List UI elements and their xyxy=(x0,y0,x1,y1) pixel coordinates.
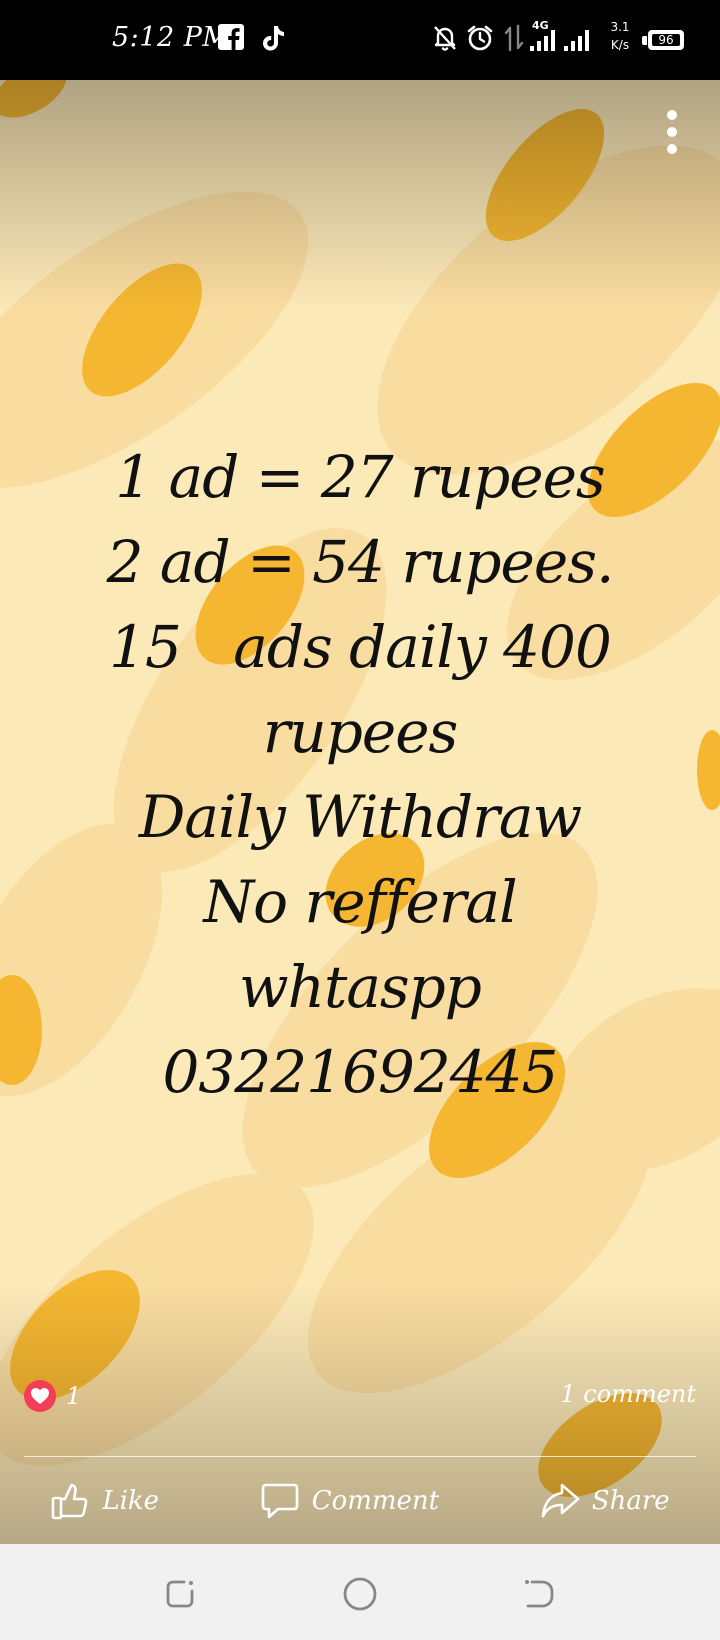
status-time: 5:12 PM xyxy=(112,22,231,53)
home-icon[interactable] xyxy=(342,1576,378,1612)
story-line: rupees xyxy=(262,698,459,766)
net-speed-unit: K/s xyxy=(610,38,630,52)
top-shade xyxy=(0,80,720,310)
comment-label: Comment xyxy=(311,1486,440,1516)
alarm-icon xyxy=(466,24,494,56)
story-line: whtaspp xyxy=(239,953,482,1021)
story-line: 1 ad = 27 rupees xyxy=(115,443,605,511)
battery-icon: 96 xyxy=(648,30,684,50)
more-dot-icon xyxy=(667,144,677,154)
battery-nub xyxy=(642,36,647,45)
like-label: Like xyxy=(102,1486,160,1516)
comment-count-link[interactable]: 1 comment xyxy=(560,1380,696,1408)
story-line: No refferal xyxy=(203,868,517,936)
net-speed: 3.1 K/s xyxy=(603,18,637,54)
facebook-icon xyxy=(218,24,244,54)
signal-icon: 4G xyxy=(528,18,600,58)
share-button[interactable]: Share xyxy=(540,1481,670,1521)
love-reaction-icon xyxy=(24,1380,56,1412)
story-text: 1 ad = 27 rupees 2 ad = 54 rupees. 15 ad… xyxy=(30,435,690,1115)
story-line: 03221692445 xyxy=(162,1038,559,1106)
reactions-summary[interactable]: 1 xyxy=(24,1376,81,1416)
share-arrow-icon xyxy=(541,1483,580,1518)
system-nav-bar xyxy=(0,1544,720,1640)
comment-button[interactable]: Comment xyxy=(260,1481,439,1521)
status-bar: 5:12 PM 4G 3.1 K/s 96 xyxy=(0,0,720,80)
back-icon[interactable] xyxy=(522,1576,558,1612)
more-dot-icon xyxy=(667,127,677,137)
tiktok-icon xyxy=(260,24,286,56)
story-line: Daily Withdraw xyxy=(138,783,582,851)
more-dot-icon xyxy=(667,110,677,120)
data-transfer-icon xyxy=(503,24,525,56)
like-button[interactable]: Like xyxy=(50,1481,159,1521)
divider xyxy=(24,1456,696,1457)
net-speed-value: 3.1 xyxy=(610,20,630,34)
bell-off-icon xyxy=(432,24,458,56)
share-label: Share xyxy=(591,1486,670,1516)
recent-apps-icon[interactable] xyxy=(162,1576,198,1612)
network-type: 4G xyxy=(532,19,549,32)
reaction-count: 1 xyxy=(66,1382,82,1410)
story-line: 2 ad = 54 rupees. xyxy=(106,528,615,596)
story-line: 15 ads daily 400 xyxy=(109,613,612,681)
story-view[interactable]: 1 ad = 27 rupees 2 ad = 54 rupees. 15 ad… xyxy=(0,80,720,1544)
more-options-button[interactable] xyxy=(652,104,692,160)
action-bar: Like Comment Share xyxy=(0,1458,720,1544)
comment-bubble-icon xyxy=(261,1483,298,1519)
battery-level: 96 xyxy=(652,34,680,46)
thumbs-up-icon xyxy=(52,1483,88,1520)
